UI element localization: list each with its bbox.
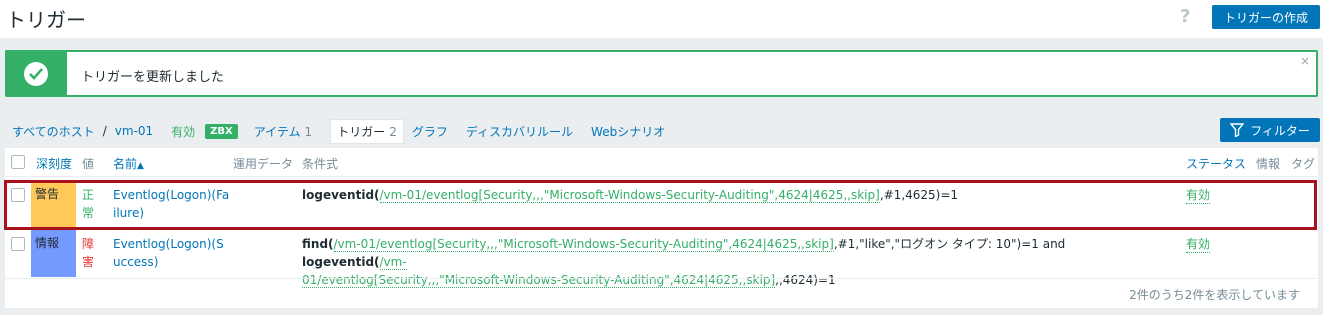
expr-rest: ,#1,"like","ログオン タイプ: 10")=1 and [833, 237, 1066, 251]
expr-rest: ,#1,4625)=1 [879, 188, 959, 202]
page-title: トリガー [6, 8, 86, 32]
select-all-checkbox[interactable] [11, 155, 25, 169]
filter-button[interactable]: フィルター [1220, 118, 1320, 142]
value-cell: 障害 [82, 237, 95, 269]
create-trigger-button[interactable]: トリガーの作成 [1212, 5, 1320, 29]
expr-rest: ,,4624)=1 [775, 273, 836, 287]
col-expression: 条件式 [302, 157, 339, 171]
filter-icon [1230, 123, 1245, 137]
expr-function: logeventid [302, 188, 375, 202]
col-info: 情報 [1256, 157, 1281, 171]
expr-function: logeventid [302, 255, 375, 269]
tab-items-label[interactable]: アイテム [254, 125, 301, 139]
tab-items-count: 1 [304, 124, 313, 139]
trigger-expression: logeventid(/vm-01/eventlog[Security,,,"M… [302, 186, 958, 204]
expr-function: find [302, 237, 329, 251]
expr-item-link[interactable]: /vm-01/eventlog[Security,,,"Microsoft-Wi… [379, 188, 880, 203]
help-icon[interactable]: ? [1180, 6, 1190, 27]
sort-asc-icon: ▲ [137, 161, 144, 171]
close-icon[interactable]: × [1300, 54, 1310, 68]
row-divider [5, 278, 1318, 279]
expr-paren: ( [328, 237, 334, 251]
tab-items[interactable]: アイテム 1 [254, 123, 312, 140]
message-icon-box [7, 52, 67, 95]
trigger-expression: find(/vm-01/eventlog[Security,,,"Microso… [302, 235, 1072, 289]
host-navigation: すべてのホスト / vm-01 有効 ZBX アイテム 1 トリガー 2 グラフ デ… [12, 118, 683, 144]
tab-discovery[interactable]: ディスカバリルール [466, 123, 573, 140]
expr-item-link[interactable]: 01/eventlog[Security,,,"Microsoft-Window… [302, 273, 776, 288]
tab-triggers-label: トリガー [337, 124, 386, 139]
col-operational-data: 運用データ [233, 157, 294, 171]
page-header: トリガー ? トリガーの作成 [0, 0, 1323, 38]
triggers-table: 深刻度 値 名前▲ 運用データ 条件式 ステータス 情報 タグ 警告 正常 Ev… [5, 148, 1318, 308]
breadcrumb-host[interactable]: vm-01 [115, 124, 153, 138]
header-divider [5, 176, 1318, 177]
expr-paren: ( [374, 255, 380, 269]
trigger-name-link[interactable]: Eventlog(Logon)(Success) [113, 235, 231, 271]
col-severity[interactable]: 深刻度 [36, 155, 72, 172]
success-message: トリガーを更新しました × [5, 50, 1318, 97]
expr-paren: ( [374, 188, 380, 202]
check-icon [24, 62, 48, 86]
host-status[interactable]: 有効 [171, 123, 195, 140]
message-text: トリガーを更新しました [81, 70, 225, 85]
col-status[interactable]: ステータス [1186, 155, 1246, 172]
tab-graphs[interactable]: グラフ [412, 123, 448, 140]
severity-cell: 情報 [31, 230, 76, 277]
col-value: 値 [82, 157, 95, 171]
tab-triggers[interactable]: トリガー 2 [330, 118, 404, 144]
row-checkbox[interactable] [11, 237, 25, 251]
trigger-name-link[interactable]: Eventlog(Logon)(Failure) [113, 186, 231, 222]
trigger-status-toggle[interactable]: 有効 [1186, 186, 1211, 204]
trigger-status-toggle[interactable]: 有効 [1186, 235, 1211, 253]
col-tags: タグ [1291, 157, 1316, 171]
filter-label: フィルター [1250, 123, 1310, 138]
tab-web[interactable]: Webシナリオ [591, 123, 665, 140]
col-name[interactable]: 名前▲ [113, 155, 144, 172]
col-name-label[interactable]: 名前 [113, 157, 137, 171]
tab-triggers-count: 2 [389, 124, 397, 139]
severity-cell: 警告 [31, 181, 76, 228]
breadcrumb-all-hosts[interactable]: すべてのホスト [12, 123, 95, 140]
expr-item-link[interactable]: /vm-01/eventlog[Security,,,"Microsoft-Wi… [333, 237, 834, 252]
zbx-badge: ZBX [205, 123, 238, 139]
breadcrumb-separator: / [102, 124, 107, 138]
row-checkbox[interactable] [11, 188, 25, 202]
value-cell: 正常 [82, 188, 95, 220]
row-divider [5, 228, 1318, 229]
expr-item-link[interactable]: /vm- [379, 255, 407, 270]
table-footer-count: 2件のうち2件を表示しています [1129, 288, 1300, 302]
